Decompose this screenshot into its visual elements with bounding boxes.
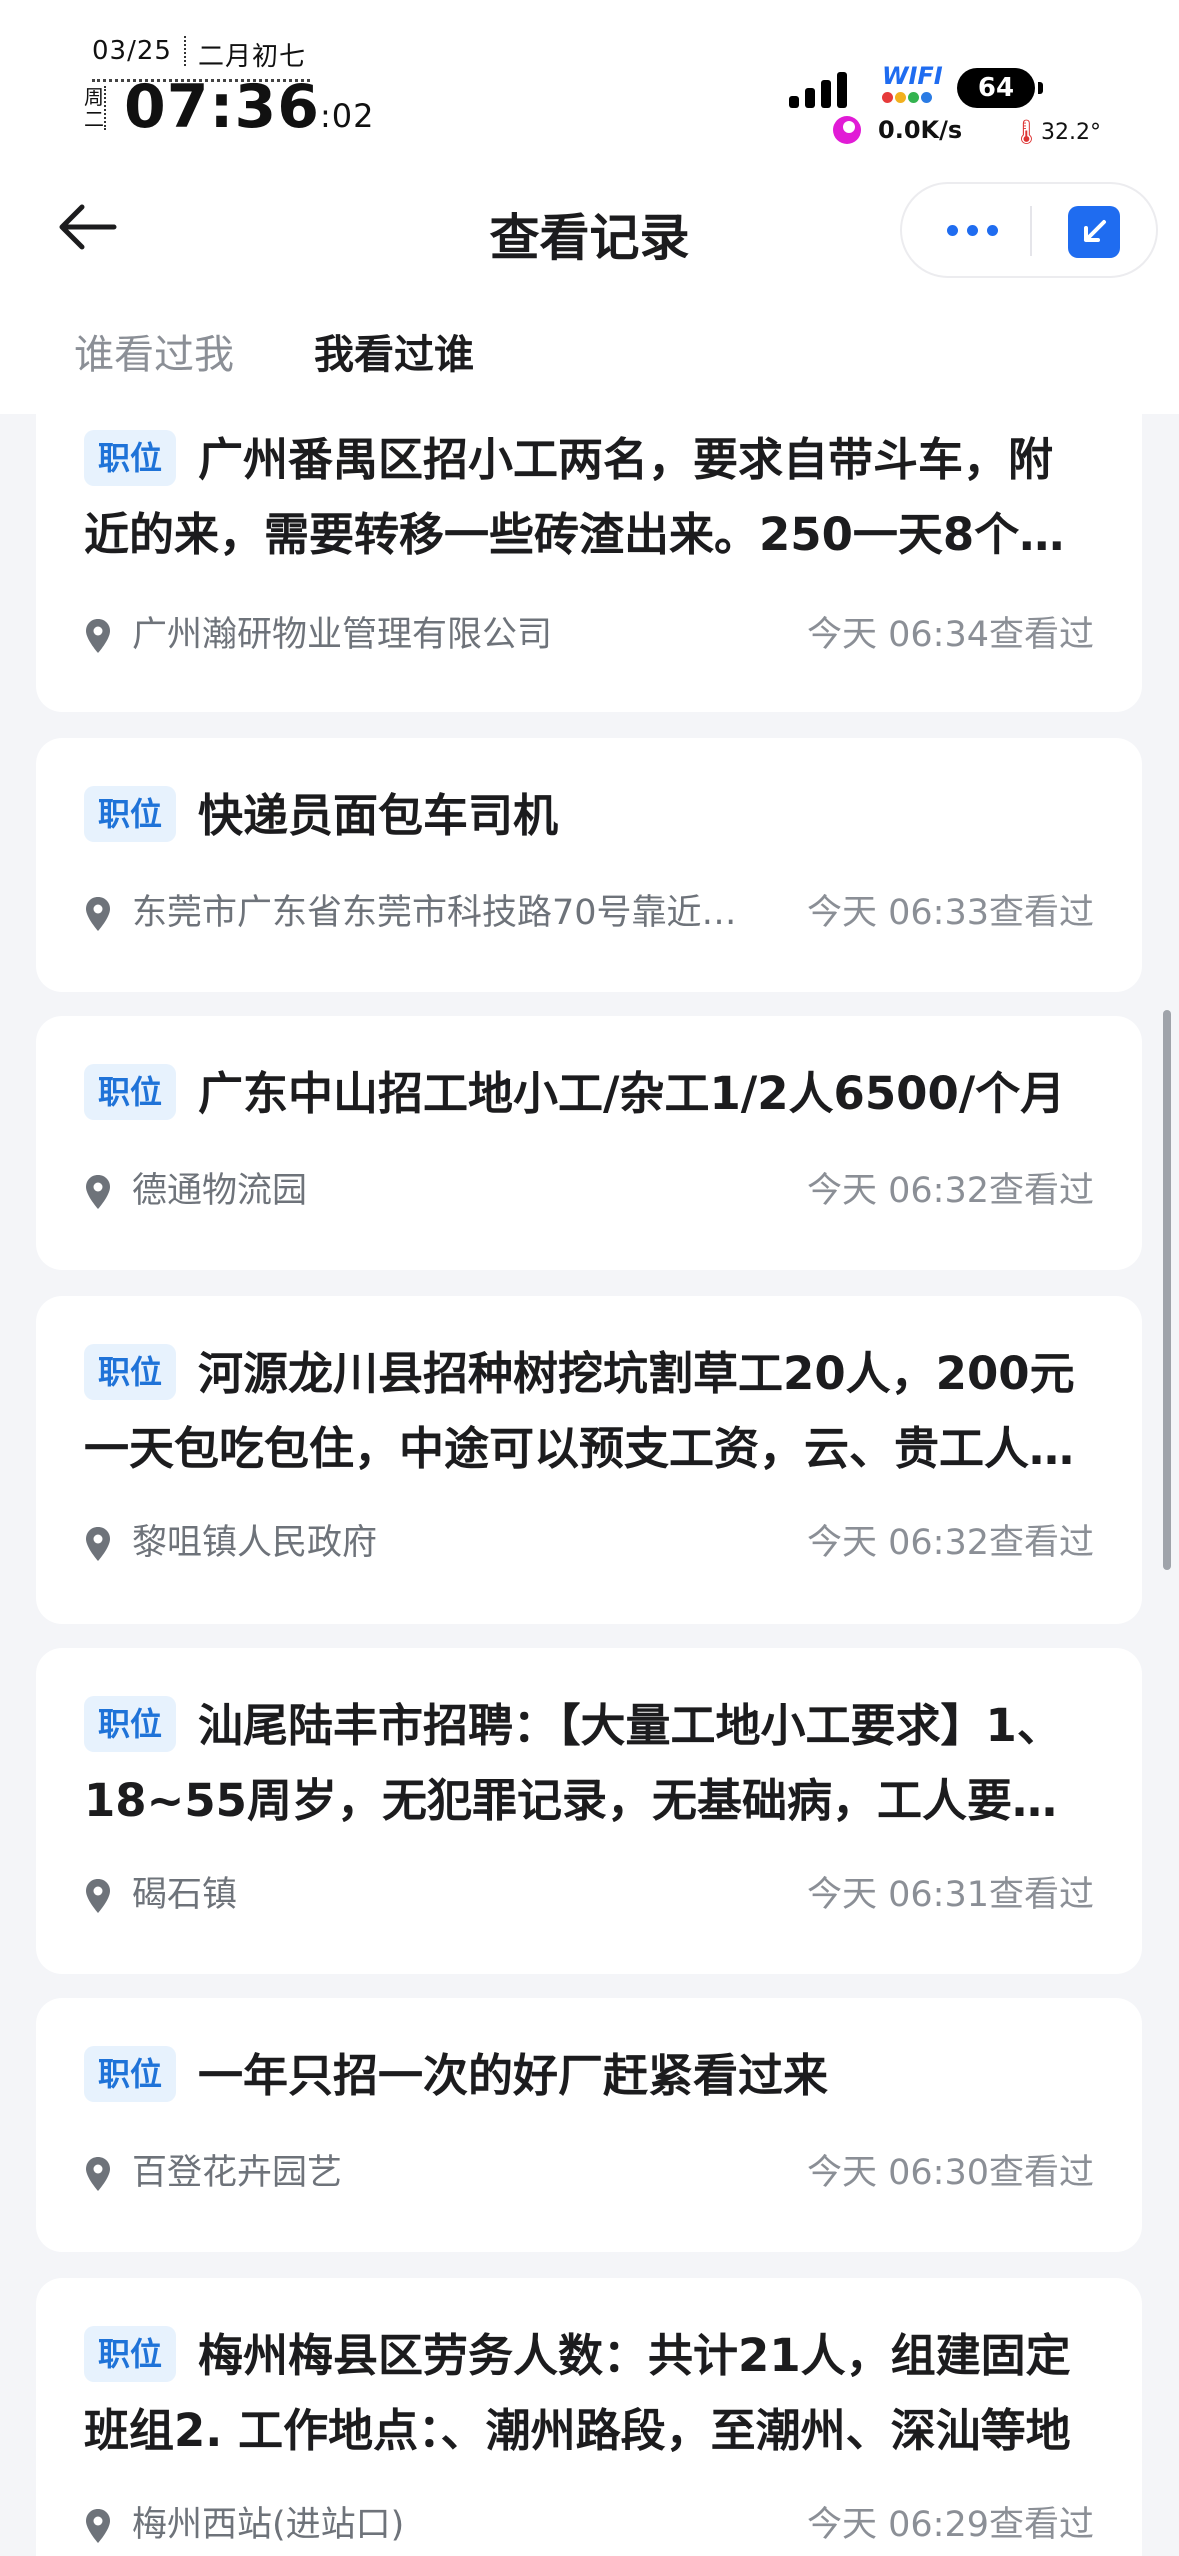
job-title: 河源龙川县招种树挖坑割草工20人，200元一天包吃包住，中途可以预支工资，云、贵… [84,1347,1075,1475]
network-speed: 0.0K/s [878,116,963,144]
network-speed-icon [833,116,861,144]
viewed-time: 今天 06:34查看过 [807,615,1094,655]
wifi-icon: WIFI [882,62,943,103]
category-tag: 职位 [84,1696,177,1752]
nav-bar: 查看记录 [0,170,1179,290]
location-pin-icon [86,619,110,653]
date-text: 03/25 [92,36,172,66]
thermometer-icon: 🌡 [1011,118,1042,146]
viewed-time: 今天 06:33查看过 [807,893,1094,933]
list-item[interactable]: 职位快递员面包车司机 东莞市广东省东莞市科技路70号靠近东莞市科技路 今天 06… [36,738,1142,992]
header: 03/25 二月初七 周二 07:36:02 WIFI 64 0.0K/s 🌡 … [0,0,1179,414]
viewed-time: 今天 06:30查看过 [807,2153,1094,2193]
tab-who-viewed-me[interactable]: 谁看过我 [74,322,234,380]
category-tag: 职位 [84,430,177,486]
location-text: 东莞市广东省东莞市科技路70号靠近东莞市科技路 [132,893,752,933]
viewed-time: 今天 06:29查看过 [807,2505,1094,2545]
location-text: 广州瀚研物业管理有限公司 [132,615,553,655]
job-title: 梅州梅县区劳务人数：共计21人，组建固定班组2. 工作地点：、潮州路段，至潮州、… [84,2329,1071,2457]
list-item[interactable]: 职位 梅州梅县区劳务人数：共计21人，组建固定班组2. 工作地点：、潮州路段，至潮… [36,2278,1142,2556]
signal-icon [789,68,847,108]
list-item[interactable]: 职位 广州番禺区招小工两名，要求自带斗车，附近的来，需要转移一些砖渣出来。250一… [36,380,1142,712]
location-pin-icon [86,897,110,931]
category-tag: 职位 [84,1064,177,1120]
job-title: 汕尾陆丰市招聘：【大量工地小工要求】1、18~55周岁，无犯罪记录，无基础病，工… [84,1699,1062,1827]
location-text: 德通物流园 [132,1171,308,1211]
tab-bar: 谁看过我 我看过谁 [0,322,1179,392]
job-title: 广州番禺区招小工两名，要求自带斗车，附近的来，需要转移一些砖渣出来。250一天8… [84,433,1065,561]
job-title: 快递员面包车司机 [198,789,559,842]
list-item[interactable]: 职位 一年只招一次的好厂赶紧看过来 百登花卉园艺 今天 06:30查看过 [36,1998,1142,2252]
clock-seconds: 02 [331,97,375,135]
job-title: 一年只招一次的好厂赶紧看过来 [198,2049,829,2102]
job-title: 广东中山招工地小工/杂工1/2人6500/个月 [198,1067,1066,1120]
location-pin-icon [86,1175,110,1209]
list-item[interactable]: 职位 河源龙川县招种树挖坑割草工20人，200元一天包吃包住，中途可以预支工资，云… [36,1296,1142,1624]
clock-time: 07:36 [124,72,320,142]
viewed-time: 今天 06:32查看过 [807,1523,1094,1563]
minimize-icon[interactable] [1068,206,1120,258]
viewed-time: 今天 06:32查看过 [807,1171,1094,1211]
location-text: 梅州西站(进站口) [132,2505,405,2545]
location-pin-icon [86,2157,110,2191]
category-tag: 职位 [84,1344,177,1400]
list-item[interactable]: 职位 广东中山招工地小工/杂工1/2人6500/个月 德通物流园 今天 06:32… [36,1016,1142,1270]
category-tag: 职位 [84,2326,177,2382]
location-pin-icon [86,2509,110,2543]
location-pin-icon [86,1879,110,1913]
viewed-time: 今天 06:31查看过 [807,1875,1094,1915]
app-screen: 职位 广州番禺区招小工两名，要求自带斗车，附近的来，需要转移一些砖渣出来。250一… [0,0,1179,2556]
scrollbar[interactable] [1163,1010,1171,1570]
battery-icon: 64 [957,68,1043,108]
tab-i-viewed[interactable]: 我看过谁 [314,322,474,380]
location-text: 百登花卉园艺 [132,2153,343,2193]
location-pin-icon [86,1527,110,1561]
status-indicators: WIFI 64 0.0K/s 🌡 32.2° [789,60,1149,160]
location-text: 碣石镇 [132,1875,238,1915]
more-icon[interactable] [922,200,1022,260]
status-clock: 07:36:02 [124,72,375,142]
mini-program-capsule [900,182,1158,278]
lunar-date-text: 二月初七 [197,42,306,72]
category-tag: 职位 [84,786,177,842]
category-tag: 职位 [84,2046,177,2102]
location-text: 黎咀镇人民政府 [132,1523,378,1563]
weekday-text: 周二 [84,85,106,131]
list-item[interactable]: 职位 汕尾陆丰市招聘：【大量工地小工要求】1、18~55周岁，无犯罪记录，无基础病… [36,1648,1142,1974]
temperature: 32.2° [1041,120,1101,145]
